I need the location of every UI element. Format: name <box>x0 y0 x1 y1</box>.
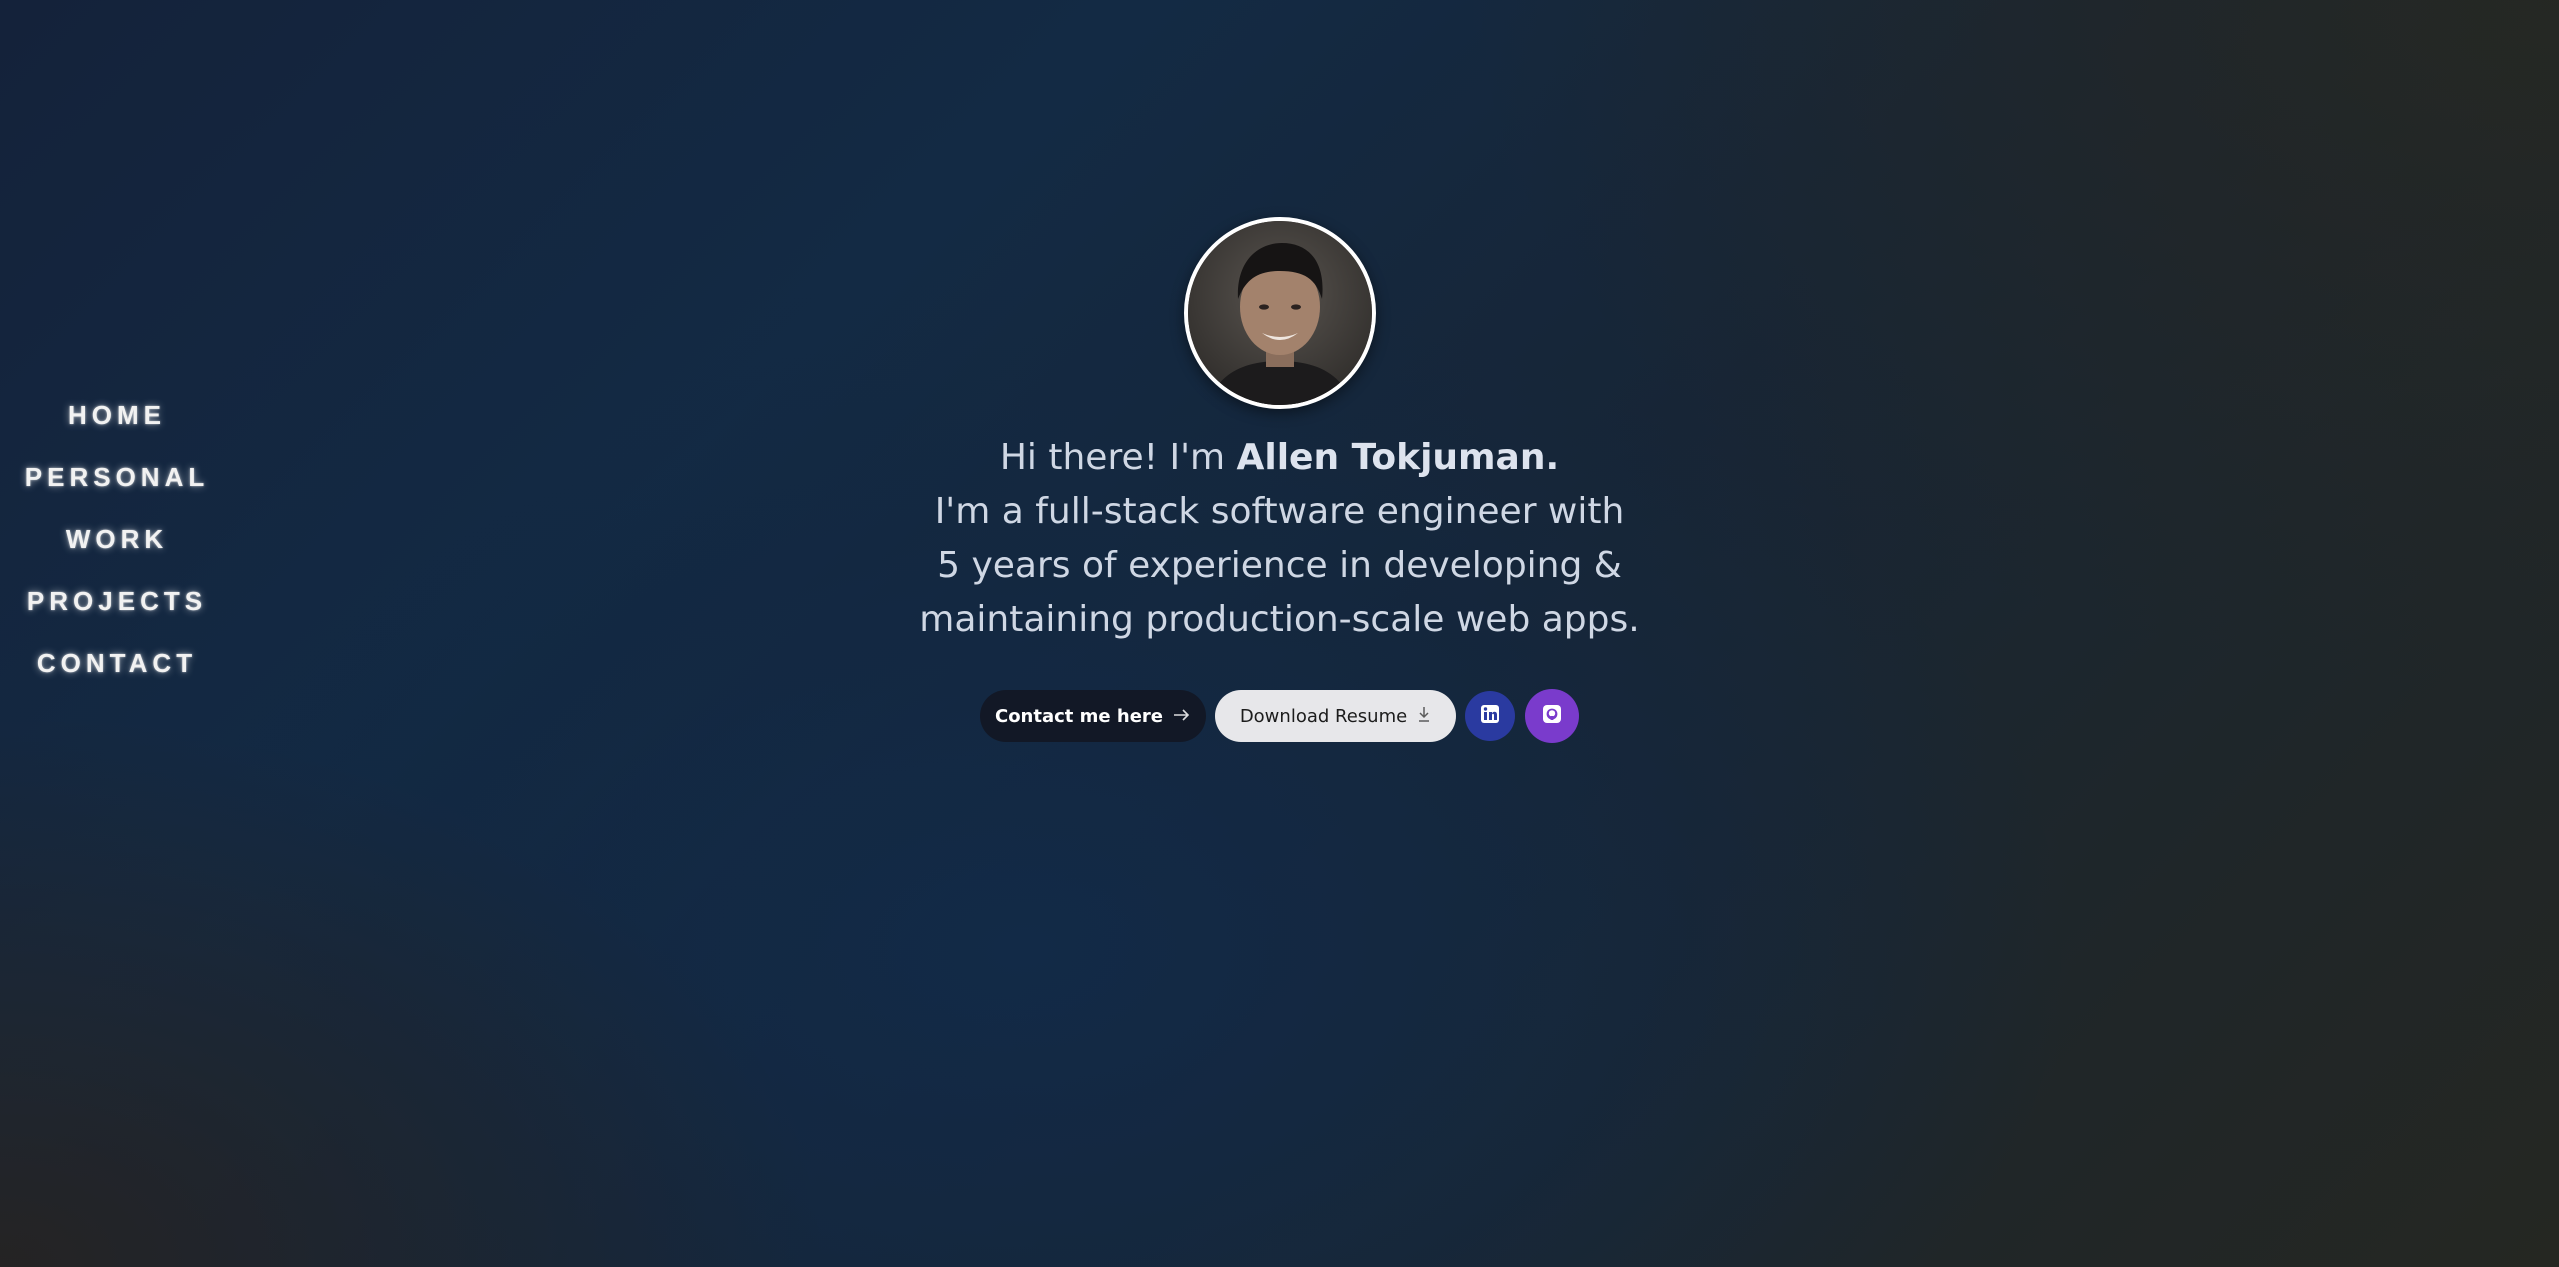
intro-line-4: maintaining production-scale web apps. <box>919 599 1640 640</box>
contact-button-label: Contact me here <box>994 705 1164 727</box>
linkedin-button[interactable] <box>1465 691 1515 741</box>
download-resume-button[interactable]: Download Resume <box>1215 690 1456 742</box>
intro-text: Hi there! I'm Allen Tokjuman. I'm a full… <box>919 431 1639 647</box>
name-text: Allen Tokjuman. <box>1236 437 1560 478</box>
intro-line-3: 5 years of experience in developing & <box>937 545 1622 586</box>
github-button[interactable] <box>1525 689 1579 743</box>
download-resume-label: Download Resume <box>1239 705 1408 727</box>
download-icon <box>1417 706 1431 727</box>
arrow-right-icon <box>1173 706 1191 727</box>
intro-line-2: I'm a full-stack software engineer with <box>934 491 1625 532</box>
action-buttons: Contact me here Download Resume <box>980 689 1579 743</box>
greeting-text: Hi there! I'm <box>999 437 1237 478</box>
intro-line-1: Hi there! I'm Allen Tokjuman. <box>919 431 1639 485</box>
contact-button[interactable]: Contact me here <box>980 690 1206 742</box>
hero-section: Hi there! I'm Allen Tokjuman. I'm a full… <box>0 217 2559 743</box>
profile-photo <box>1187 221 1372 405</box>
github-icon <box>1542 704 1562 729</box>
background-glow-bottom-left <box>0 667 900 1267</box>
linkedin-icon <box>1480 704 1500 729</box>
avatar <box>1183 217 1376 409</box>
